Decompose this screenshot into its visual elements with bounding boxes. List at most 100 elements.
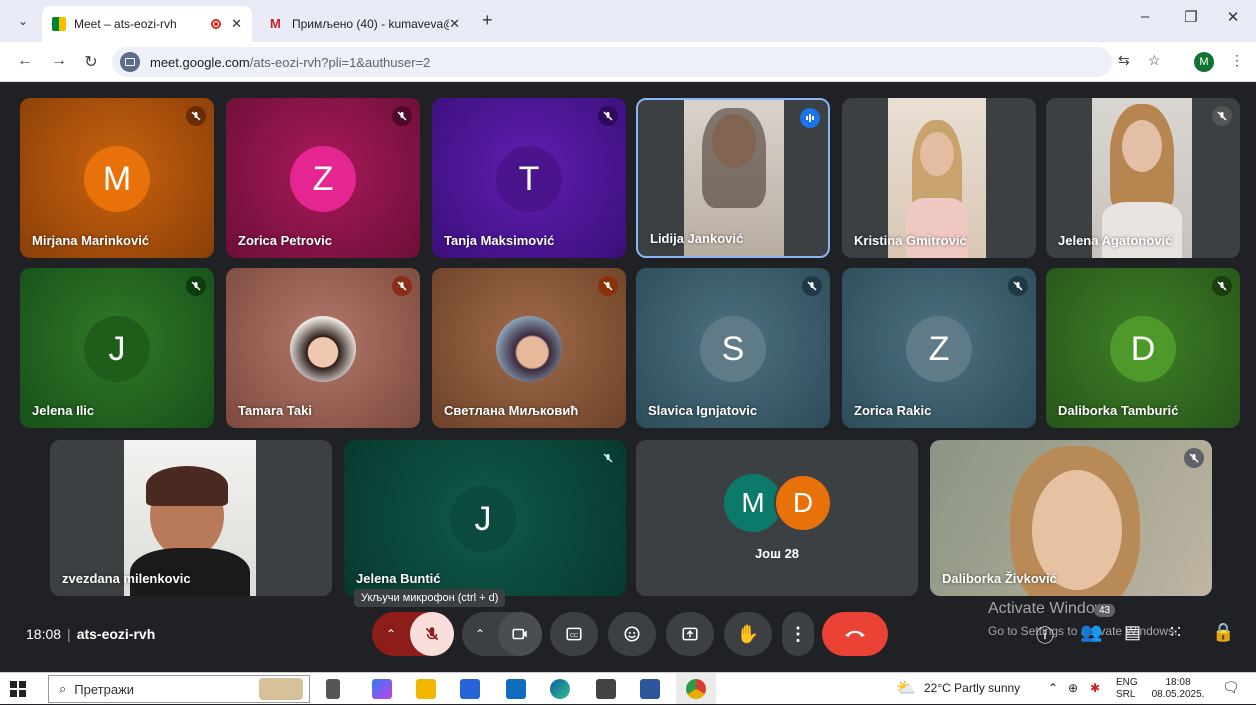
bookmark-star-icon[interactable]: ☆ — [1148, 52, 1161, 69]
clock[interactable]: 18:08 08.05.2025. — [1150, 677, 1206, 701]
participant-tile[interactable]: Jelena Agatonović — [1046, 98, 1240, 258]
copilot-icon[interactable] — [372, 679, 392, 699]
videocam-icon — [512, 628, 527, 640]
edge-icon[interactable] — [550, 679, 570, 699]
participant-tile[interactable]: M Mirjana Marinković — [20, 98, 214, 258]
avatar: M — [84, 146, 150, 212]
address-bar: ← → ↻ meet.google.com/ats-eozi-rvh?pli=1… — [0, 42, 1256, 82]
reload-icon[interactable]: ↻ — [80, 52, 102, 72]
avatar: Z — [906, 316, 972, 382]
activities-icon[interactable]: ⁙ — [1168, 622, 1183, 643]
participant-name: Mirjana Marinković — [32, 233, 150, 248]
chat-icon[interactable]: ▤ — [1124, 622, 1141, 643]
notifications-icon[interactable]: 🗨 — [1222, 679, 1240, 696]
network-icon[interactable]: ⊕ — [1068, 681, 1078, 695]
restore-icon[interactable]: ❐ — [1176, 8, 1206, 26]
mic-off-toggle-button[interactable] — [410, 612, 454, 656]
participant-tile[interactable]: Z Zorica Petrovic — [226, 98, 420, 258]
raise-hand-button[interactable]: ✋ — [724, 612, 772, 656]
windows-start-icon[interactable] — [10, 681, 26, 697]
captions-button[interactable]: CC — [550, 612, 598, 656]
participant-tile[interactable]: Светлана Миљковић — [432, 268, 626, 428]
mic-off-icon — [598, 106, 618, 126]
avatar: D — [774, 474, 832, 532]
avatar: T — [496, 146, 562, 212]
forward-arrow-icon[interactable]: → — [48, 52, 70, 70]
windows-taskbar: ⌕ Претражи ⛅ 22°C Partly sunny ⌃ ⊕ ✱ ENG… — [0, 672, 1256, 705]
weather-text[interactable]: 22°C Partly sunny — [924, 681, 1020, 695]
meeting-time: 18:08 — [26, 626, 62, 642]
participant-name: Zorica Petrovic — [238, 233, 332, 248]
word-icon[interactable] — [640, 679, 660, 699]
more-options-button[interactable]: ⋮ — [782, 612, 814, 656]
participant-name: Kristina Gmitrović — [854, 233, 967, 248]
close-tab-icon[interactable]: ✕ — [449, 16, 460, 32]
participant-tile[interactable]: Tamara Taki — [226, 268, 420, 428]
close-tab-icon[interactable]: ✕ — [231, 16, 242, 32]
tab-gmail[interactable]: M Примљено (40) - kumaveva@g ✕ — [260, 6, 470, 42]
meet-favicon-icon — [52, 17, 66, 31]
profile-avatar[interactable]: M — [1194, 52, 1214, 72]
avatar-photo — [290, 316, 356, 382]
hand-icon: ✋ — [736, 623, 760, 644]
participant-name: Jelena Ilic — [32, 403, 95, 418]
participant-name: Tamara Taki — [238, 403, 312, 418]
avatar: J — [450, 486, 516, 552]
participant-tile[interactable]: T Tanja Maksimović — [432, 98, 626, 258]
input-language: ENG — [1116, 677, 1138, 688]
task-view-icon[interactable] — [326, 679, 340, 699]
gmail-favicon-icon: M — [270, 16, 281, 31]
participant-tile[interactable]: J Jelena Ilic — [20, 268, 214, 428]
site-info-icon[interactable] — [120, 52, 140, 72]
outlook-icon[interactable] — [506, 679, 526, 699]
participant-name: Jelena Agatonović — [1058, 233, 1173, 248]
audio-options-chevron-icon[interactable]: ⌃ — [372, 627, 410, 641]
translate-icon[interactable]: ⇆ — [1118, 52, 1130, 69]
mic-off-icon — [598, 448, 618, 468]
settings-app-icon[interactable] — [596, 679, 616, 699]
participant-tile[interactable]: Z Zorica Rakic — [842, 268, 1036, 428]
camera-toggle-button[interactable] — [498, 612, 542, 656]
mic-off-icon — [1008, 276, 1028, 296]
people-icon[interactable]: 👥 — [1080, 622, 1102, 643]
tray-overflow-icon[interactable]: ⌃ — [1048, 681, 1058, 695]
file-explorer-icon[interactable] — [416, 679, 436, 699]
participant-tile-speaking[interactable]: Lidija Janković — [636, 98, 830, 258]
browser-menu-icon[interactable]: ⋮ — [1230, 52, 1244, 69]
call-end-icon — [845, 630, 865, 638]
emoji-icon — [624, 626, 640, 642]
taskbar-search[interactable]: ⌕ Претражи — [48, 675, 310, 703]
back-arrow-icon[interactable]: ← — [14, 52, 36, 70]
tab-meet[interactable]: Meet – ats-eozi-rvh ✕ — [42, 6, 252, 42]
minimize-icon[interactable]: – — [1130, 8, 1160, 25]
omnibox[interactable]: meet.google.com/ats-eozi-rvh?pli=1&authu… — [112, 47, 1112, 77]
closed-captions-icon: CC — [566, 627, 582, 641]
weather-icon: ⛅ — [896, 680, 916, 697]
participant-name: Светлана Миљковић — [444, 403, 579, 418]
window-close-icon[interactable]: ✕ — [1218, 8, 1248, 26]
clock-date: 08.05.2025. — [1151, 689, 1205, 700]
participant-tile[interactable]: Daliborka Živković — [930, 440, 1212, 596]
others-tile[interactable]: M D Још 28 — [636, 440, 918, 596]
host-controls-lock-icon[interactable]: 🔒 — [1212, 622, 1234, 643]
mic-control-group: ⌃ — [372, 612, 454, 656]
participant-tile[interactable]: S Slavica Ignjatovic — [636, 268, 830, 428]
video-options-chevron-icon[interactable]: ⌃ — [462, 627, 498, 641]
leave-call-button[interactable] — [822, 612, 888, 656]
participant-tile[interactable]: Kristina Gmitrović — [842, 98, 1036, 258]
store-icon[interactable] — [460, 679, 480, 699]
tab-search-chevron-icon[interactable]: ⌄ — [12, 10, 34, 32]
meeting-details-icon[interactable]: ⓘ — [1036, 622, 1054, 648]
avatar: D — [1110, 316, 1176, 382]
participant-tile[interactable]: J Jelena Buntić — [344, 440, 626, 596]
participant-name: Slavica Ignjatovic — [648, 403, 758, 418]
participant-count-badge: 43 — [1094, 604, 1116, 617]
new-tab-plus-icon[interactable]: + — [482, 10, 493, 31]
participant-tile[interactable]: D Daliborka Tamburić — [1046, 268, 1240, 428]
present-button[interactable] — [666, 612, 714, 656]
participant-tile[interactable]: zvezdana milenkovic — [50, 440, 332, 596]
search-placeholder: Претражи — [74, 681, 135, 697]
app-tray-icon[interactable]: ✱ — [1090, 681, 1100, 695]
reactions-button[interactable] — [608, 612, 656, 656]
avatar: Z — [290, 146, 356, 212]
